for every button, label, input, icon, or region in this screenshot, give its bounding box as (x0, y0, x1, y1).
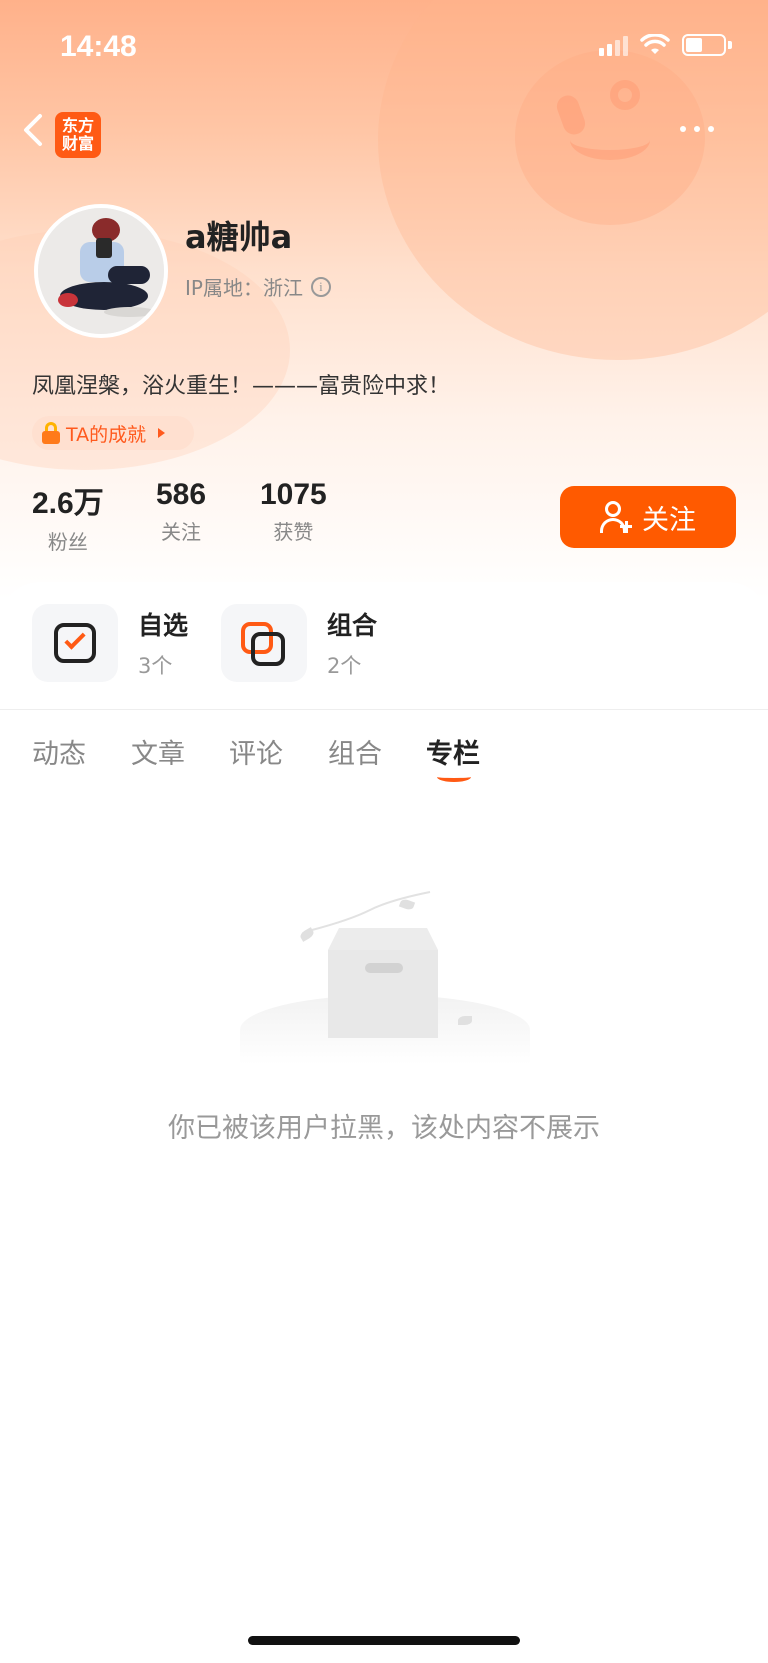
quick-entry-title: 自选 (138, 611, 189, 640)
tab-comments[interactable]: 评论 (229, 732, 283, 771)
cellular-signal-icon (599, 34, 628, 56)
stat-label: 粉丝 (47, 530, 88, 554)
status-icons (599, 34, 732, 56)
ip-location-text: IP属地：浙江 (185, 276, 303, 300)
logo-text: 财富 (61, 134, 94, 153)
empty-state-message: 你已被该用户拉黑，该处内容不展示 (168, 1113, 600, 1144)
achievement-label: TA的成就 (66, 423, 147, 446)
quick-entry-title: 组合 (327, 611, 378, 640)
avatar-image (38, 208, 164, 334)
stat-likes[interactable]: 1075 获赞 (260, 478, 327, 545)
quick-entry-count: 2个 (327, 654, 362, 678)
status-time: 14:48 (60, 30, 137, 63)
lock-icon (42, 422, 60, 444)
active-tab-indicator (437, 772, 471, 782)
app-logo: 东方 财富 (55, 112, 101, 158)
tab-dynamics[interactable]: 动态 (32, 732, 86, 771)
logo-text: 东方 (61, 116, 94, 135)
watchlist-check-icon (32, 604, 118, 682)
home-indicator[interactable] (248, 1636, 520, 1645)
quick-entry-count: 3个 (138, 654, 173, 678)
achievement-button[interactable]: TA的成就 (32, 416, 194, 450)
stat-label: 获赞 (273, 520, 314, 544)
battery-tip (728, 41, 732, 49)
stat-following[interactable]: 586 关注 (156, 478, 206, 545)
stat-fans[interactable]: 2.6万 粉丝 (32, 478, 104, 555)
empty-box-illustration (240, 880, 530, 1065)
portfolio-squares-icon (221, 604, 307, 682)
tab-columns[interactable]: 专栏 (426, 732, 480, 771)
tab-articles[interactable]: 文章 (131, 732, 185, 771)
info-icon[interactable]: i (310, 276, 331, 297)
stat-value: 1075 (260, 478, 327, 511)
play-arrow-icon (158, 428, 166, 438)
wifi-icon (640, 34, 670, 54)
decor-smile (570, 120, 650, 160)
add-user-icon (600, 501, 632, 533)
battery-icon (682, 34, 726, 56)
divider (0, 709, 768, 710)
user-bio: 凤凰涅槃，浴火重生！———富贵险中求！ (32, 374, 451, 399)
stat-value: 2.6万 (32, 487, 104, 520)
stat-label: 关注 (161, 520, 202, 544)
decor-eye (610, 80, 640, 110)
username: a糖帅a (185, 218, 293, 256)
back-arrow-icon[interactable] (18, 110, 48, 150)
follow-label: 关注 (642, 504, 696, 536)
quick-entry-portfolio[interactable]: 组合 2个 (221, 604, 377, 682)
avatar[interactable] (34, 204, 168, 338)
ip-location: IP属地：浙江 i (185, 272, 331, 301)
stat-value: 586 (156, 478, 207, 511)
follow-button[interactable]: 关注 (560, 486, 736, 548)
tab-portfolios[interactable]: 组合 (328, 732, 382, 771)
more-options-icon[interactable] (680, 126, 714, 132)
quick-entry-watchlist[interactable]: 自选 3个 (32, 604, 188, 682)
